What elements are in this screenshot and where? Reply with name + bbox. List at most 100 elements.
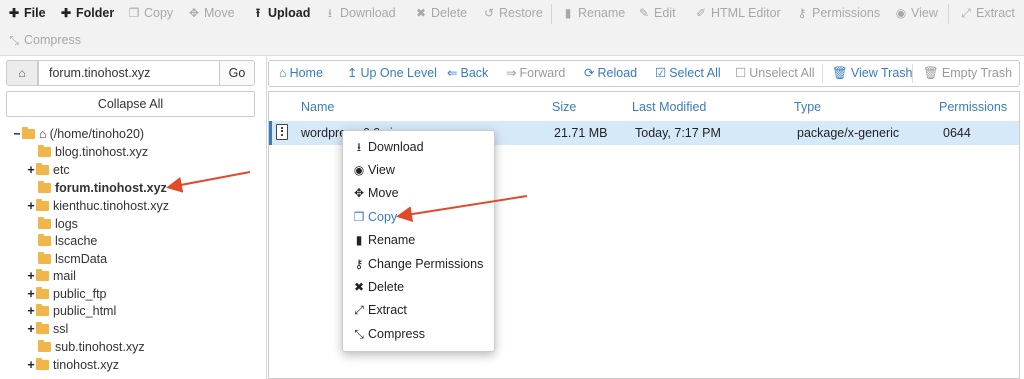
upload-button[interactable]: ⭱ Upload xyxy=(252,0,310,26)
restore-button[interactable]: ↺ Restore xyxy=(483,0,543,26)
plus-icon: ✚ xyxy=(8,6,20,20)
folder-icon xyxy=(38,340,51,352)
close-icon: ✖ xyxy=(353,280,365,294)
zip-file-icon xyxy=(276,124,288,140)
folder-icon xyxy=(36,199,49,211)
expand-icon: ⤢ xyxy=(354,303,364,317)
expand-icon[interactable]: + xyxy=(26,320,36,338)
up-one-level-button[interactable]: ↥ Up One Level xyxy=(347,61,437,86)
tree-item-mail[interactable]: + mail xyxy=(26,267,76,285)
tree-item-root[interactable]: − ⌂ (/home/tinoho20) xyxy=(12,125,144,143)
file-icon: ▮ xyxy=(355,233,363,247)
rename-button[interactable]: ▮ Rename xyxy=(562,0,626,26)
menu-item-view[interactable]: ◉ View xyxy=(353,160,395,180)
tree-item-kienthuc[interactable]: + kienthuc.tinohost.xyz xyxy=(26,197,169,215)
key-icon: ⚷ xyxy=(797,6,807,20)
move-button[interactable]: ✥ Move xyxy=(188,0,235,26)
expand-icon[interactable]: + xyxy=(26,356,36,374)
expand-icon: ⤢ xyxy=(961,6,971,20)
file-permissions: 0644 xyxy=(943,126,971,140)
tree-item-lscache[interactable]: lscache xyxy=(38,232,97,250)
file-size: 21.71 MB xyxy=(554,126,608,140)
permissions-button[interactable]: ⚷ Permissions xyxy=(796,0,880,26)
expand-icon[interactable]: + xyxy=(26,285,36,303)
menu-item-move[interactable]: ✥ Move xyxy=(353,183,399,203)
menu-item-extract[interactable]: ⤢ Extract xyxy=(353,300,407,320)
go-button[interactable]: Go xyxy=(219,60,255,86)
nav-home-button[interactable]: ⌂ Home xyxy=(279,61,323,86)
checkbox-empty-icon: ☐ xyxy=(735,66,747,80)
delete-button[interactable]: ✖ Delete xyxy=(415,0,467,26)
arrow-right-icon: ⇒ xyxy=(506,66,517,80)
folder-icon xyxy=(36,322,49,334)
trash-icon: 🗑 xyxy=(923,66,939,80)
plus-icon: ✚ xyxy=(60,6,72,20)
undo-icon: ↺ xyxy=(483,6,495,20)
column-header-type[interactable]: Type xyxy=(794,100,821,114)
empty-trash-button[interactable]: 🗑 Empty Trash xyxy=(923,61,1012,86)
folder-icon xyxy=(38,217,51,229)
download-icon: ⭳ xyxy=(327,6,333,20)
expand-icon[interactable]: + xyxy=(26,267,36,285)
tree-item-ssl[interactable]: + ssl xyxy=(26,320,68,338)
expand-icon[interactable]: + xyxy=(26,197,36,215)
menu-item-copy[interactable]: ❐ Copy xyxy=(353,207,398,227)
column-header-name[interactable]: Name xyxy=(301,100,334,114)
folder-icon xyxy=(36,287,49,299)
tree-item-public-ftp[interactable]: + public_ftp xyxy=(26,285,107,303)
refresh-icon: ⟳ xyxy=(584,66,595,80)
tree-item-logs[interactable]: logs xyxy=(38,215,78,233)
menu-item-change-permissions[interactable]: ⚷ Change Permissions xyxy=(353,254,484,274)
tree-item-tinohost[interactable]: + tinohost.xyz xyxy=(26,356,119,374)
download-button[interactable]: ⭳ Download xyxy=(324,0,396,26)
tree-item-etc[interactable]: + etc xyxy=(26,161,70,179)
file-manager: ✚ File ✚ Folder ❐ Copy ✥ Move ⭱ Upload ⭳ Downl… xyxy=(0,0,1024,379)
folder-icon xyxy=(38,252,51,264)
column-header-size[interactable]: Size xyxy=(552,100,576,114)
menu-item-delete[interactable]: ✖ Delete xyxy=(353,277,404,297)
view-button[interactable]: ◉ View xyxy=(895,0,938,26)
tree-item-blog[interactable]: blog.tinohost.xyz xyxy=(38,143,148,161)
compress-button[interactable]: ⤡ Compress xyxy=(8,27,81,53)
tree-item-public-html[interactable]: + public_html xyxy=(26,302,116,320)
tree-item-sub[interactable]: sub.tinohost.xyz xyxy=(38,338,145,356)
folder-icon xyxy=(38,234,51,246)
forward-button[interactable]: ⇒ Forward xyxy=(506,61,565,86)
edit-icon: ✐ xyxy=(695,6,707,20)
folder-icon xyxy=(36,163,49,175)
collapse-all-button[interactable]: Collapse All xyxy=(6,91,255,117)
key-icon: ⚷ xyxy=(354,257,364,271)
level-up-icon: ↥ xyxy=(347,66,358,80)
column-header-permissions[interactable]: Permissions xyxy=(939,100,1007,114)
unselect-all-button[interactable]: ☐ Unselect All xyxy=(735,61,815,86)
extract-button[interactable]: ⤢ Extract xyxy=(960,0,1015,26)
expand-icon[interactable]: + xyxy=(26,302,36,320)
edit-button[interactable]: ✎ Edit xyxy=(638,0,676,26)
menu-item-rename[interactable]: ▮ Rename xyxy=(353,230,416,250)
folder-icon xyxy=(36,304,49,316)
tree-item-forum[interactable]: forum.tinohost.xyz xyxy=(38,179,167,197)
collapse-icon[interactable]: − xyxy=(12,125,22,143)
reload-button[interactable]: ⟳ Reload xyxy=(584,61,637,86)
checkbox-checked-icon: ☑ xyxy=(655,66,667,80)
folder-icon xyxy=(36,269,49,281)
select-all-button[interactable]: ☑ Select All xyxy=(655,61,721,86)
new-file-button[interactable]: ✚ File xyxy=(8,0,46,26)
view-trash-button[interactable]: 🗑 View Trash xyxy=(832,61,912,86)
panel-divider[interactable] xyxy=(266,56,267,379)
html-editor-button[interactable]: ✐ HTML Editor xyxy=(695,0,781,26)
path-input[interactable] xyxy=(38,60,220,86)
back-button[interactable]: ⇐ Back xyxy=(447,61,488,86)
eye-icon: ◉ xyxy=(353,163,365,177)
copy-button[interactable]: ❐ Copy xyxy=(128,0,174,26)
menu-item-download[interactable]: ⭳ Download xyxy=(353,137,424,157)
menu-item-compress[interactable]: ⤡ Compress xyxy=(353,324,425,344)
column-header-modified[interactable]: Last Modified xyxy=(632,100,706,114)
expand-icon[interactable]: + xyxy=(26,161,36,179)
home-directory-button[interactable]: ⌂ xyxy=(6,60,38,86)
home-icon: ⌂ xyxy=(279,66,287,80)
folder-icon xyxy=(36,358,49,370)
upload-icon: ⭱ xyxy=(255,6,261,20)
tree-item-lscmdata[interactable]: lscmData xyxy=(38,250,107,268)
new-folder-button[interactable]: ✚ Folder xyxy=(60,0,114,26)
